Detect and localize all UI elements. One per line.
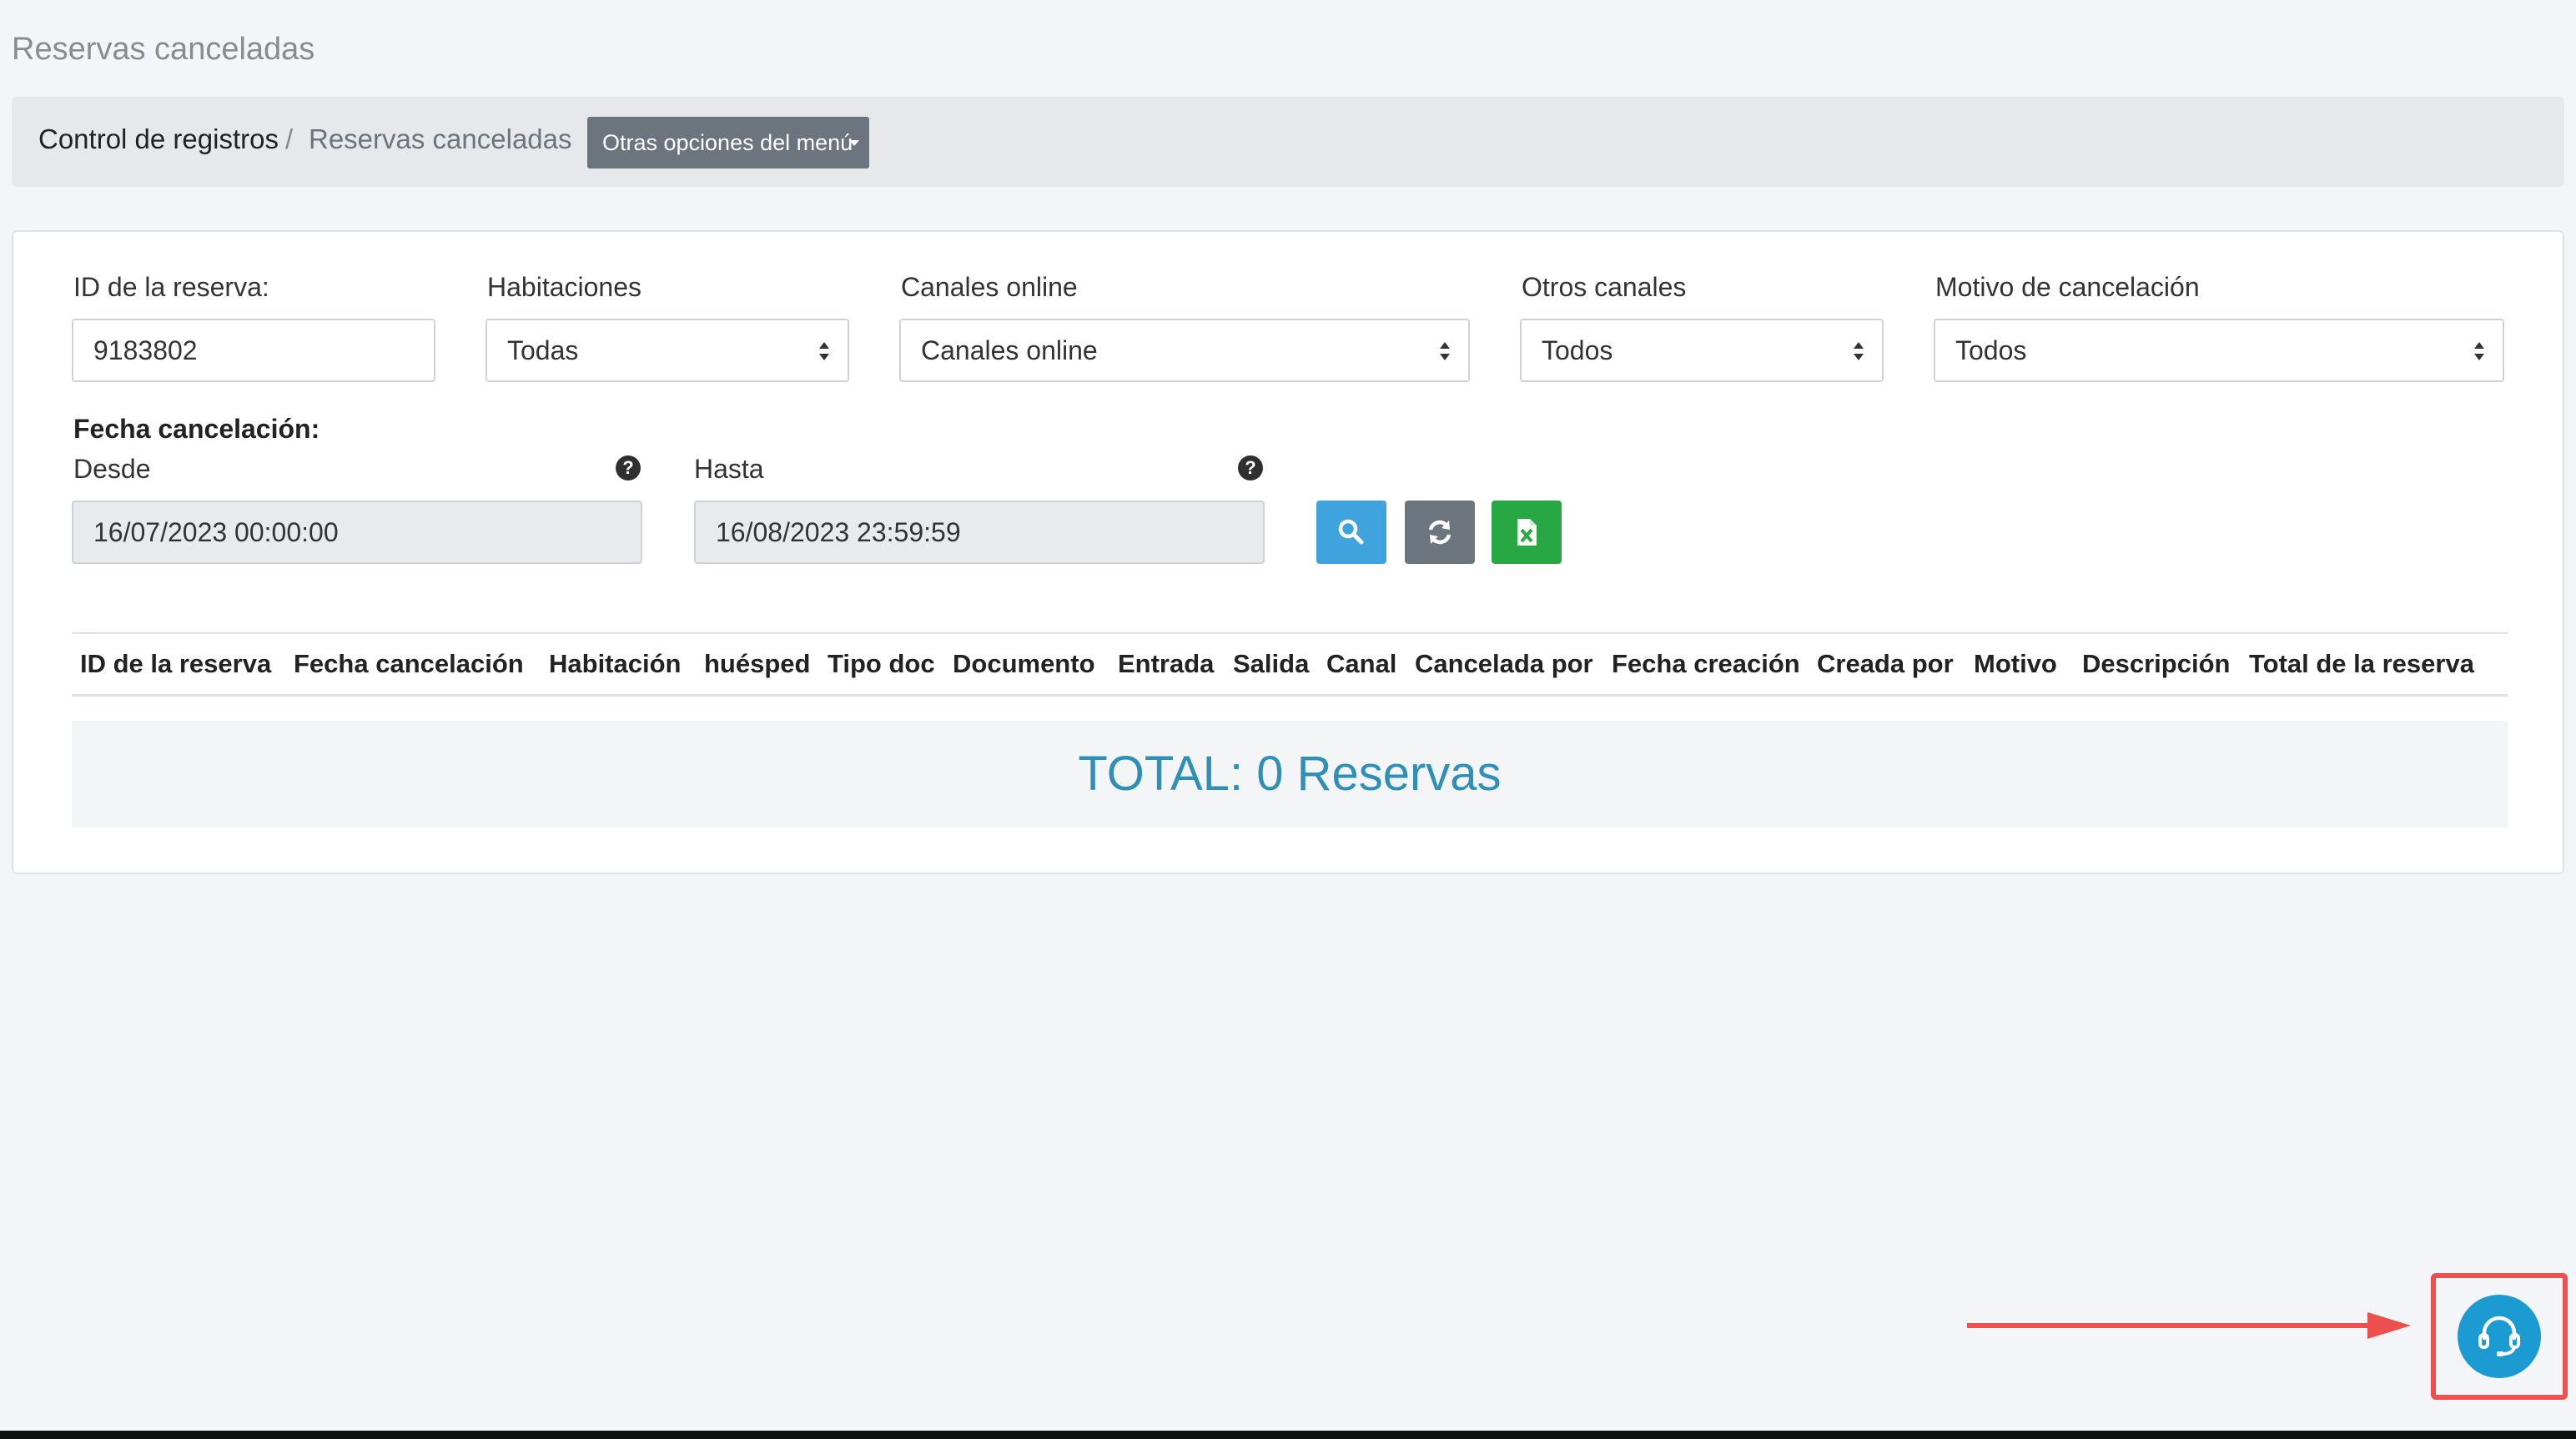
column-header[interactable]: Total de la reserva xyxy=(2249,649,2474,679)
column-header[interactable]: Tipo doc xyxy=(828,649,935,679)
other-channels-label: Otros canales xyxy=(1522,272,1687,302)
headset-icon xyxy=(2478,1316,2520,1356)
date-from-input[interactable]: 16/07/2023 00:00:00 xyxy=(72,501,642,564)
results-table-header: ID de la reserva Fecha cancelación Habit… xyxy=(72,632,2508,697)
search-icon xyxy=(1338,519,1364,545)
online-channels-select-value: Canales online xyxy=(921,335,1098,365)
annotation-arrow-line xyxy=(1967,1323,2372,1328)
column-header[interactable]: Fecha creación xyxy=(1612,649,1800,679)
column-header[interactable]: Canal xyxy=(1326,649,1396,679)
filters-card: ID de la reserva: Habitaciones Canales o… xyxy=(12,230,2564,874)
date-to-label: Hasta xyxy=(694,454,764,484)
page-title: Reservas canceladas xyxy=(12,32,315,67)
select-arrows-icon xyxy=(1854,342,1864,360)
other-channels-select[interactable]: Todos xyxy=(1520,319,1884,382)
column-header[interactable]: Salida xyxy=(1233,649,1309,679)
total-summary: TOTAL: 0 Reservas xyxy=(72,721,2508,828)
select-arrows-icon xyxy=(819,342,829,360)
column-header[interactable]: huésped xyxy=(704,649,810,679)
other-menu-options-button[interactable]: Otras opciones del menú xyxy=(587,117,869,169)
online-channels-label: Canales online xyxy=(901,272,1078,302)
select-arrows-icon xyxy=(1440,342,1450,360)
column-header[interactable]: ID de la reserva xyxy=(80,649,271,679)
column-header[interactable]: Fecha cancelación xyxy=(294,649,524,679)
date-from-label: Desde xyxy=(73,454,151,484)
breadcrumb-item-current: Reservas canceladas xyxy=(309,123,572,154)
column-header[interactable]: Descripción xyxy=(2082,649,2230,679)
column-header[interactable]: Documento xyxy=(953,649,1095,679)
date-to-help-icon[interactable]: ? xyxy=(1238,455,1263,481)
cancel-date-label: Fecha cancelación: xyxy=(73,414,320,444)
caret-down-icon xyxy=(849,140,859,146)
breadcrumb-item-control-de-registros[interactable]: Control de registros xyxy=(38,123,279,155)
total-reservations-text: TOTAL: 0 Reservas xyxy=(1078,747,1502,801)
online-channels-select[interactable]: Canales online xyxy=(899,319,1470,382)
excel-file-icon xyxy=(1517,519,1537,546)
rooms-select[interactable]: Todas xyxy=(486,319,849,382)
refresh-button[interactable] xyxy=(1405,501,1475,564)
date-to-input[interactable]: 16/08/2023 23:59:59 xyxy=(694,501,1265,564)
bottom-bar xyxy=(0,1431,2576,1439)
breadcrumb: Control de registros / Reservas cancelad… xyxy=(12,97,2564,187)
reservation-id-input[interactable]: 9183802 xyxy=(72,319,435,382)
select-arrows-icon xyxy=(2474,342,2484,360)
column-header[interactable]: Habitación xyxy=(549,649,681,679)
refresh-icon xyxy=(1428,520,1452,545)
column-header[interactable]: Entrada xyxy=(1118,649,1214,679)
rooms-select-value: Todas xyxy=(507,335,579,365)
export-excel-button[interactable] xyxy=(1492,501,1562,564)
rooms-label: Habitaciones xyxy=(487,272,641,302)
date-from-help-icon[interactable]: ? xyxy=(616,455,641,481)
reservation-id-label: ID de la reserva: xyxy=(73,272,269,302)
annotation-arrow-head xyxy=(2367,1312,2411,1339)
search-button[interactable] xyxy=(1316,501,1386,564)
column-header[interactable]: Cancelada por xyxy=(1415,649,1593,679)
other-channels-select-value: Todos xyxy=(1542,335,1613,365)
column-header[interactable]: Creada por xyxy=(1817,649,1954,679)
other-menu-options-label: Otras opciones del menú xyxy=(602,129,853,155)
column-header[interactable]: Motivo xyxy=(1974,649,2057,679)
breadcrumb-separator: / xyxy=(285,123,294,154)
support-chat-button[interactable] xyxy=(2458,1295,2541,1378)
cancel-reason-select-value: Todos xyxy=(1955,335,2027,365)
cancel-reason-select[interactable]: Todos xyxy=(1934,319,2504,382)
cancel-reason-label: Motivo de cancelación xyxy=(1935,272,2200,302)
